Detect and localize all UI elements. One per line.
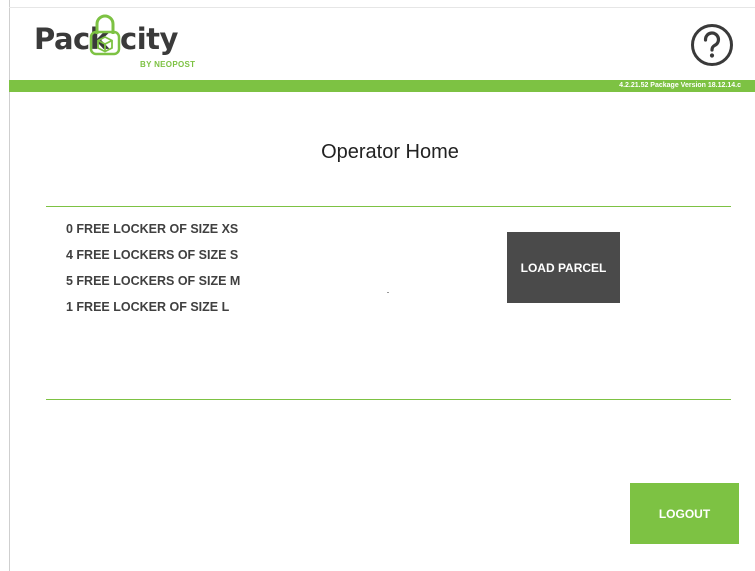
operator-home-screen: Pack city BY NEOPOST 4.2.21.52 Package V… [0,0,755,571]
logo-word-city: city [120,22,178,56]
screen-border-top [9,7,755,8]
stray-dot [387,292,389,293]
page-title: Operator Home [321,141,459,163]
divider-bottom [46,399,731,400]
padlock-box-icon [89,14,121,56]
divider-top [46,206,731,207]
logout-button[interactable]: LOGOUT [630,483,739,544]
locker-availability-list: 0 FREE LOCKER OF SIZE XS 4 FREE LOCKERS … [66,220,240,324]
locker-availability-s: 4 FREE LOCKERS OF SIZE S [66,248,239,262]
locker-availability-xs: 0 FREE LOCKER OF SIZE XS [66,222,239,236]
logo-tagline: BY NEOPOST [140,60,196,69]
version-label: 4.2.21.52 Package Version 18.12.14.c [619,82,741,89]
locker-availability-m: 5 FREE LOCKERS OF SIZE M [66,274,241,288]
packcity-logo: Pack city BY NEOPOST [34,10,214,76]
help-question-icon[interactable] [690,23,734,67]
header-green-bar: 4.2.21.52 Package Version 18.12.14.c [9,80,755,92]
locker-availability-l: 1 FREE LOCKER OF SIZE L [66,300,230,314]
load-parcel-button[interactable]: LOAD PARCEL [507,232,620,303]
